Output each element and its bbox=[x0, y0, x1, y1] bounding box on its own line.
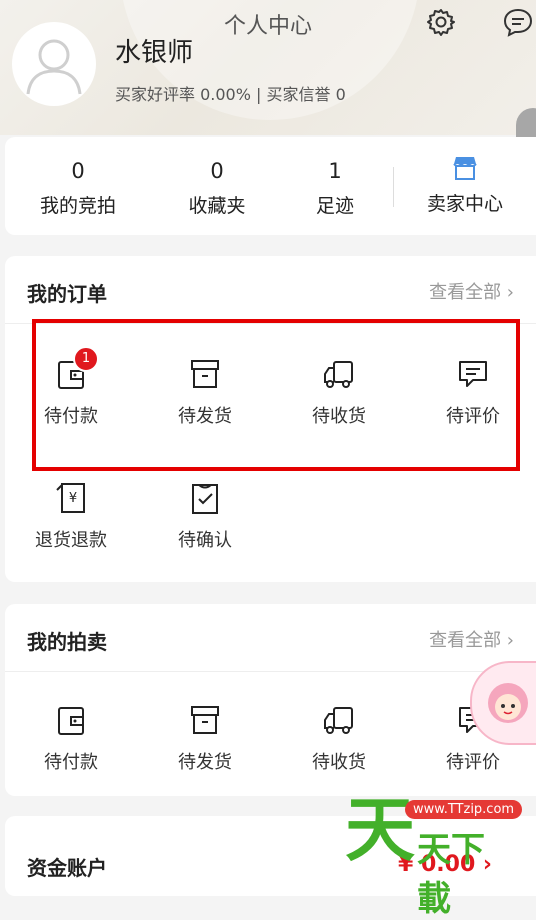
watermark-big-char: 天 bbox=[345, 789, 415, 871]
order-item-label: 退货退款 bbox=[35, 530, 107, 551]
stat-label: 足迹 bbox=[315, 195, 354, 217]
message-icon[interactable] bbox=[502, 6, 534, 38]
auction-item-label: 待付款 bbox=[44, 752, 98, 773]
orders-section-title: 我的订单 bbox=[27, 282, 107, 306]
stat-label: 我的竞拍 bbox=[39, 195, 116, 217]
stat-value: 0 bbox=[71, 159, 85, 183]
watermark-logo: 天 www.TTzip.com 天下載 bbox=[345, 789, 523, 919]
orders-view-all-link[interactable]: 查看全部 › bbox=[429, 278, 514, 304]
divider bbox=[393, 167, 394, 207]
favorites-stat[interactable]: 0 收藏夹 bbox=[162, 159, 272, 218]
auction-pending-shipment[interactable]: 待发货 bbox=[145, 700, 265, 774]
stat-value: 0 bbox=[210, 159, 224, 183]
box-icon bbox=[185, 700, 225, 740]
wallet-icon bbox=[51, 700, 91, 740]
refund-icon: ¥ bbox=[51, 478, 91, 518]
order-pending-confirm[interactable]: 待确认 bbox=[145, 478, 265, 552]
stat-label: 收藏夹 bbox=[188, 195, 246, 217]
seller-center-label: 卖家中心 bbox=[426, 193, 503, 215]
svg-text:¥: ¥ bbox=[69, 491, 77, 506]
auctions-section-title: 我的拍卖 bbox=[27, 630, 107, 654]
auction-item-label: 待评价 bbox=[446, 752, 500, 773]
avatar[interactable] bbox=[12, 22, 96, 106]
divider bbox=[5, 671, 536, 672]
truck-icon bbox=[319, 700, 359, 740]
user-name: 水银师 bbox=[115, 38, 194, 68]
clipboard-check-icon bbox=[185, 478, 225, 518]
user-rating-stats: 买家好评率 0.00% | 买家信誉 0 bbox=[115, 85, 346, 104]
store-icon bbox=[453, 157, 477, 180]
order-item-label: 待确认 bbox=[178, 530, 232, 551]
highlight-box bbox=[32, 319, 520, 471]
my-auctions-card: 我的拍卖 查看全部 › 待付款 待发货 待收货 待评价 bbox=[5, 604, 536, 796]
account-section-title: 资金账户 bbox=[27, 856, 107, 880]
my-auctions-stat[interactable]: 0 我的竞拍 bbox=[23, 159, 133, 218]
settings-gear-icon[interactable] bbox=[425, 6, 457, 38]
auctions-view-all-link[interactable]: 查看全部 › bbox=[429, 626, 514, 652]
auction-pending-receipt[interactable]: 待收货 bbox=[279, 700, 399, 774]
mascot-float-icon[interactable] bbox=[470, 661, 536, 745]
auction-item-label: 待收货 bbox=[312, 752, 366, 773]
watermark-url: www.TTzip.com bbox=[405, 800, 523, 819]
summary-card: 0 我的竞拍 0 收藏夹 1 足迹 卖家中心 bbox=[5, 137, 536, 235]
footprint-stat[interactable]: 1 足迹 bbox=[280, 159, 390, 218]
seller-center-button[interactable]: 卖家中心 bbox=[410, 153, 520, 216]
stat-value: 1 bbox=[328, 159, 342, 183]
order-refund[interactable]: ¥ 退货退款 bbox=[11, 478, 131, 552]
user-avatar-icon bbox=[26, 39, 82, 95]
auction-item-label: 待发货 bbox=[178, 752, 232, 773]
watermark-text: 天下載 bbox=[417, 830, 485, 919]
auction-pending-payment[interactable]: 待付款 bbox=[11, 700, 131, 774]
